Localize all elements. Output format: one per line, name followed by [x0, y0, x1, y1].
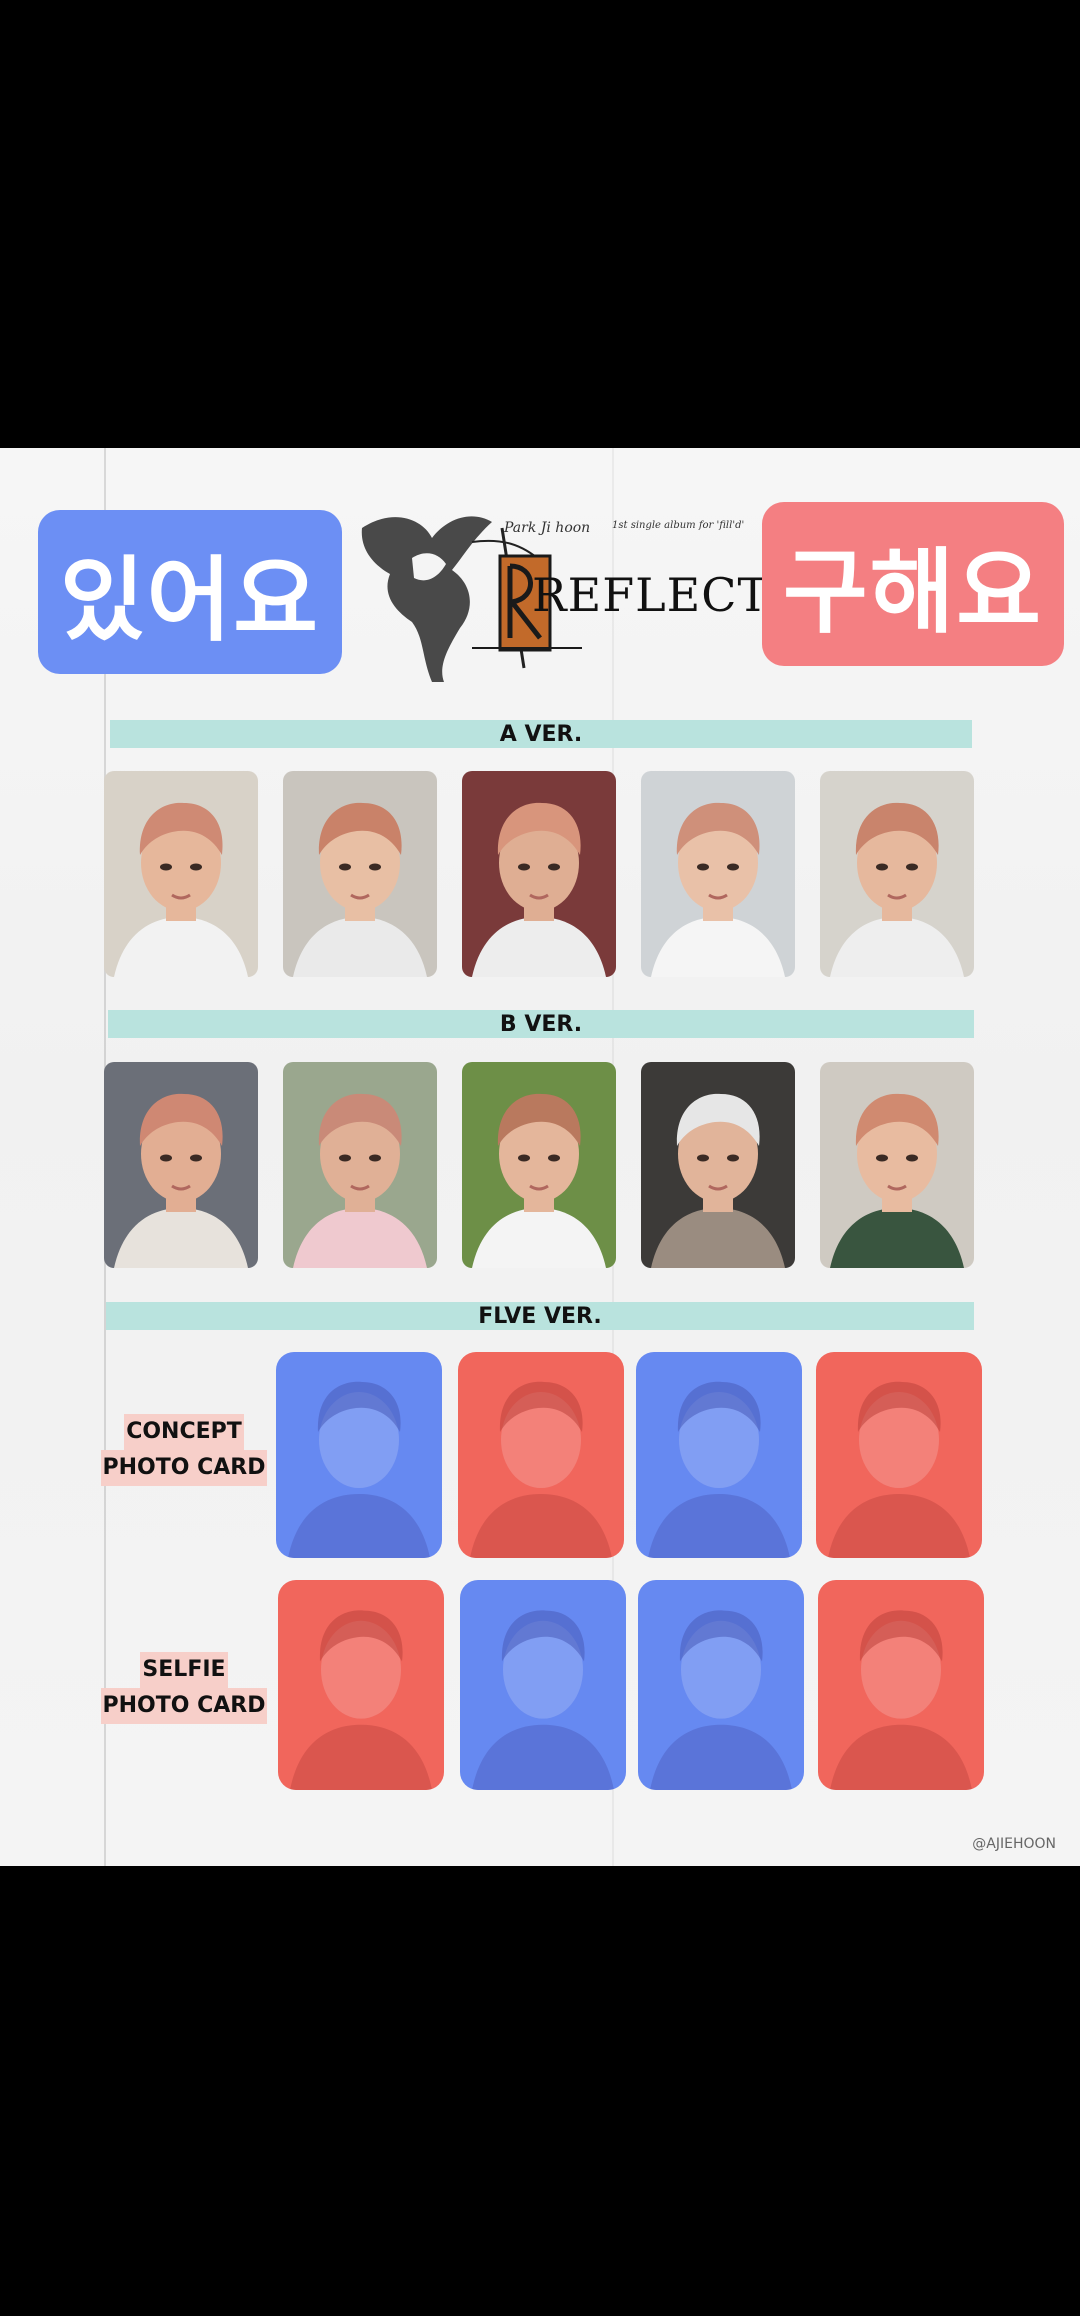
concept-photocard-blue: [276, 1352, 442, 1558]
a-ver-photocard: [283, 771, 437, 977]
artist-name-text: Park Ji hoon: [504, 520, 591, 536]
selfie-photocard-blue: [460, 1580, 626, 1790]
a-ver-header: A VER.: [110, 720, 972, 748]
concept-label-line1: CONCEPT: [124, 1414, 244, 1450]
concept-photo-card-label: CONCEPT PHOTO CARD: [100, 1414, 268, 1486]
concept-photocard-red: [458, 1352, 624, 1558]
a-ver-photocard: [104, 771, 258, 977]
b-ver-photocard: [283, 1062, 437, 1268]
a-ver-photocard: [641, 771, 795, 977]
b-ver-photocard: [104, 1062, 258, 1268]
flve-ver-header: FLVE VER.: [106, 1302, 974, 1330]
b-ver-photocard: [641, 1062, 795, 1268]
selfie-label-line2: PHOTO CARD: [100, 1688, 268, 1724]
a-ver-photocard: [820, 771, 974, 977]
want-tag: 구해요: [762, 502, 1064, 666]
selfie-photocard-blue: [638, 1580, 804, 1790]
selfie-photo-card-label: SELFIE PHOTO CARD: [100, 1652, 268, 1724]
have-tag: 있어요: [38, 510, 342, 674]
selfie-label-line1: SELFIE: [140, 1652, 228, 1688]
b-ver-photocard: [820, 1062, 974, 1268]
selfie-photocard-red: [278, 1580, 444, 1790]
credit-watermark: @AJIEHOON: [972, 1836, 1056, 1852]
a-ver-photocard: [462, 771, 616, 977]
b-ver-photocard: [462, 1062, 616, 1268]
photocard-template-sheet: 있어요 Park Ji hoon 1st single album for 'f…: [0, 448, 1080, 1866]
album-logo: Park Ji hoon 1st single album for 'fill'…: [352, 498, 768, 688]
album-subtitle-text: 1st single album for 'fill'd': [612, 520, 745, 531]
top-black-band: [0, 0, 1080, 448]
b-ver-header: B VER.: [108, 1010, 974, 1038]
concept-label-line2: PHOTO CARD: [100, 1450, 268, 1486]
concept-photocard-red: [816, 1352, 982, 1558]
album-wordmark: REFLECT: [532, 568, 770, 622]
concept-photocard-blue: [636, 1352, 802, 1558]
selfie-photocard-red: [818, 1580, 984, 1790]
bottom-black-band: [0, 1866, 1080, 2316]
